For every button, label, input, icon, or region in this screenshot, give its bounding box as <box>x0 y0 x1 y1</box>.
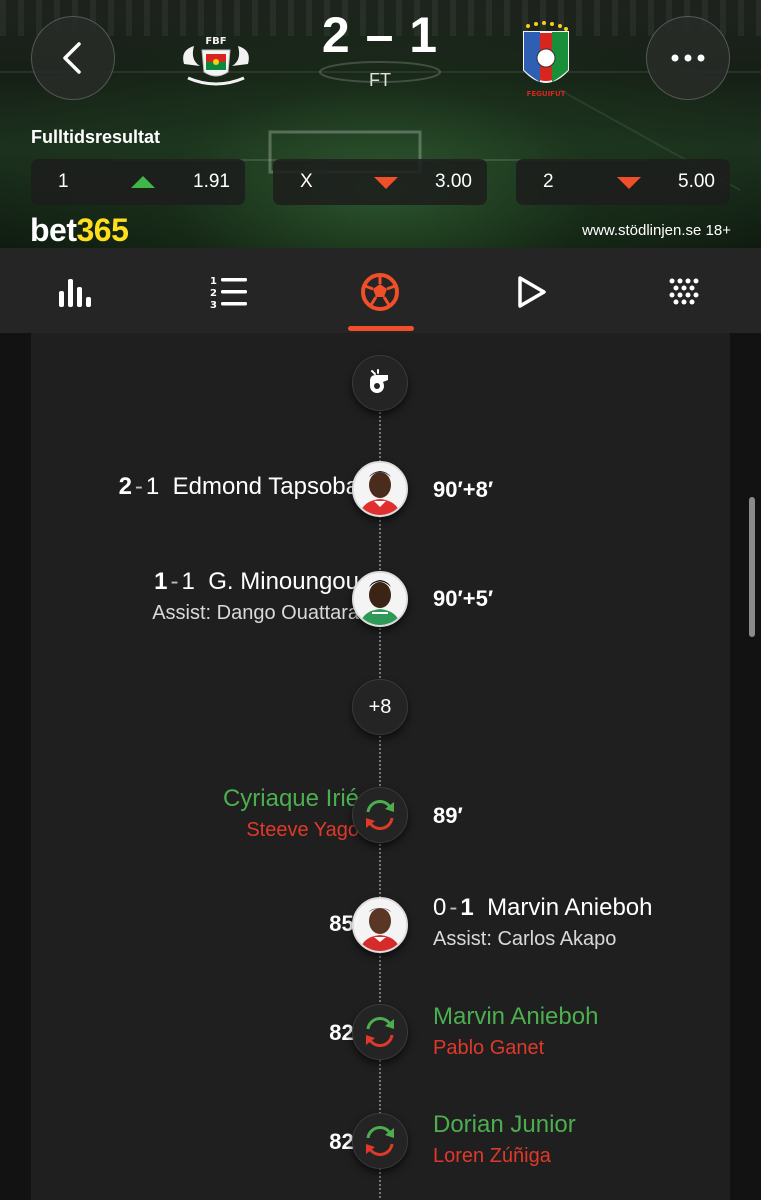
player-avatar[interactable] <box>352 461 408 517</box>
trend-down-icon <box>617 177 641 189</box>
more-options-button[interactable] <box>646 16 730 100</box>
collapsed-count: +8 <box>368 695 392 718</box>
odds-price: 1.91 <box>193 171 230 192</box>
whistle-icon <box>370 369 388 393</box>
goal-scorer: G. Minoungou <box>208 568 359 595</box>
brand-part-1: bet <box>30 212 77 248</box>
substitution-event-text[interactable]: Marvin Anieboh Pablo Ganet <box>433 1003 598 1060</box>
tab-lineups[interactable]: 1 2 3 <box>206 270 250 314</box>
svg-text:FEGUIFUT: FEGUIFUT <box>527 90 566 98</box>
player-avatar[interactable] <box>352 897 408 953</box>
tab-bar: 1 2 3 <box>0 248 761 333</box>
odds-selection: 2 <box>543 171 554 192</box>
goal-scorer: Marvin Anieboh <box>487 894 653 921</box>
goal-scorer: Edmond Tapsoba <box>172 473 359 500</box>
tab-stats[interactable] <box>53 270 97 314</box>
odds-button-draw[interactable]: X 3.00 <box>273 159 487 205</box>
event-minute: 90′+5′ <box>433 586 494 611</box>
player-out: Steeve Yago <box>246 819 359 841</box>
tab-more[interactable] <box>662 270 706 314</box>
burkina-faso-crest-icon: FBF <box>183 36 249 86</box>
match-status: FT <box>369 70 391 90</box>
home-score: 2 <box>118 473 132 500</box>
odds-button-home[interactable]: 1 1.91 <box>31 159 245 205</box>
away-team-crest[interactable]: FEGUIFUT <box>506 20 586 100</box>
chevron-left-icon <box>63 42 81 74</box>
market-title: Fulltidsresultat <box>31 127 161 147</box>
brand-part-2: 365 <box>76 212 129 248</box>
tab-video[interactable] <box>510 270 554 314</box>
player-avatar[interactable] <box>352 571 408 627</box>
svg-text:2: 2 <box>210 288 217 299</box>
odds-price: 3.00 <box>435 171 472 192</box>
player-out: Loren Zúñiga <box>433 1145 551 1167</box>
trend-down-icon <box>374 177 398 189</box>
tab-events[interactable] <box>358 270 402 314</box>
substitution-node <box>352 1004 408 1060</box>
match-header: FBF 2 – 1 FT FEGUIFUT Fulltidsresultat 1… <box>0 0 761 248</box>
svg-text:FBF: FBF <box>205 36 226 47</box>
expand-events-button[interactable]: +8 <box>352 679 408 735</box>
full-time-whistle-node <box>352 355 408 411</box>
event-minute: 90′+8′ <box>433 477 494 502</box>
player-photo-icon <box>354 899 406 951</box>
player-in: Marvin Anieboh <box>433 1003 599 1030</box>
goal-event-text[interactable]: 2-1 Edmond Tapsoba <box>119 473 359 501</box>
assist-text: Assist: Dango Ouattara <box>152 602 359 624</box>
substitution-event-text[interactable]: Dorian Junior Loren Zúñiga <box>433 1111 576 1168</box>
odds-selection: X <box>300 171 313 192</box>
away-score: 1 <box>145 473 160 500</box>
active-tab-indicator <box>348 326 414 331</box>
helpline-link[interactable]: www.stödlinjen.se 18+ <box>582 222 731 239</box>
substitution-event-text[interactable]: Cyriaque Irié Steeve Yago <box>223 785 359 842</box>
match-score: 2 – 1 <box>321 7 439 63</box>
odds-selection: 1 <box>58 171 69 192</box>
lineups-icon: 1 2 3 <box>210 276 247 310</box>
dots-grid-icon <box>669 278 699 305</box>
goal-event-text[interactable]: 0-1 Marvin Anieboh Assist: Carlos Akapo <box>433 894 653 951</box>
odds-price: 5.00 <box>678 171 715 192</box>
back-button[interactable] <box>31 16 115 100</box>
away-score: 1 <box>181 568 195 595</box>
trend-up-icon <box>131 176 155 188</box>
home-team-crest[interactable]: FBF <box>176 20 256 100</box>
odds-row: 1 1.91 X 3.00 2 5.00 <box>31 159 731 205</box>
substitution-icon <box>366 1126 394 1156</box>
play-icon <box>518 276 546 308</box>
ellipsis-icon <box>671 54 705 62</box>
goal-event-text[interactable]: 1-1 G. Minoungou Assist: Dango Ouattara <box>152 568 359 625</box>
scrollbar[interactable] <box>749 497 755 637</box>
substitution-node <box>352 787 408 843</box>
svg-text:3: 3 <box>210 300 217 310</box>
player-in: Dorian Junior <box>433 1111 576 1138</box>
home-score: 0 <box>433 894 447 921</box>
home-score: 1 <box>154 568 168 595</box>
football-icon <box>361 273 399 311</box>
svg-text:1: 1 <box>210 276 217 287</box>
substitution-node <box>352 1113 408 1169</box>
events-timeline: 2-1 Edmond Tapsoba 90′+8′ 1-1 G. Minoung… <box>31 333 730 1200</box>
equatorial-guinea-crest-icon: FEGUIFUT <box>523 21 569 98</box>
player-in: Cyriaque Irié <box>222 785 359 812</box>
substitution-icon <box>366 800 394 830</box>
assist-text: Assist: Carlos Akapo <box>433 928 617 950</box>
away-score: 1 <box>460 894 474 921</box>
event-minute: 89′ <box>433 803 463 828</box>
stats-icon <box>59 279 91 307</box>
substitution-icon <box>366 1017 394 1047</box>
player-photo-icon <box>354 573 406 625</box>
player-photo-icon <box>354 463 406 515</box>
player-out: Pablo Ganet <box>433 1037 545 1059</box>
bet365-logo[interactable]: bet365 <box>30 212 129 248</box>
odds-button-away[interactable]: 2 5.00 <box>516 159 730 205</box>
